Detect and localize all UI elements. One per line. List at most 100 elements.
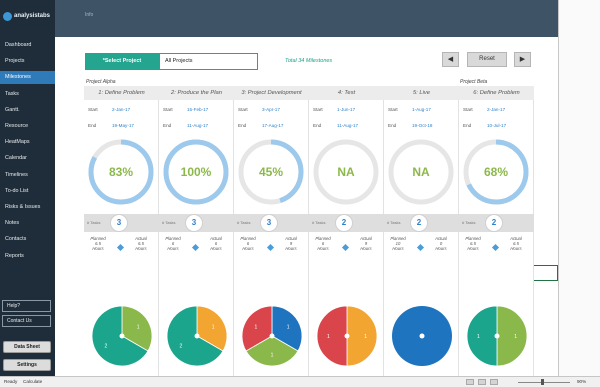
pie-slice-label: 1 [364, 334, 367, 340]
end-date: 11-Aug-17 [337, 123, 359, 128]
pie-center-dot [419, 333, 425, 339]
start-label: Start [163, 107, 173, 112]
pie-slice-label: 2 [105, 343, 108, 349]
pie-slice [466, 305, 498, 367]
milestone-title: 6: Define Problem [459, 86, 534, 100]
milestone-title: 3: Project Development [234, 86, 309, 100]
sidebar-item-gantt[interactable]: Gantt. [0, 104, 55, 117]
tasks-band: # Tasks 2 [384, 214, 459, 232]
tasks-label: # Tasks [237, 220, 251, 225]
start-date: 2-Jan-17 [487, 107, 506, 112]
actual-hours-unit: Hours [285, 246, 297, 251]
actual-hours-unit: Hours [435, 246, 447, 251]
sidebar-item-tasks[interactable]: Tasks [0, 88, 55, 101]
end-label: End [238, 123, 247, 128]
tasks-label: # Tasks [462, 220, 476, 225]
end-label: End [463, 123, 472, 128]
logo: analysistabs [3, 9, 55, 23]
start-label: Start [238, 107, 248, 112]
app-window: analysistabs Dashboard Projects Milestones… [0, 0, 600, 387]
sidebar-item-risks-issues[interactable]: Risks & Issues [0, 201, 55, 214]
contact-us-button[interactable]: Contact Us [2, 315, 51, 327]
task-status-pie: 1 1 1 [241, 305, 303, 367]
tasks-band: # Tasks 3 [234, 214, 309, 232]
sidebar-item-projects[interactable]: Projects [0, 55, 55, 68]
milestone-column: 2: Produce the Plan Start 15-Feb-17 End 11-A… [159, 86, 234, 376]
start-date-row: Start 15-Feb-17 [163, 107, 208, 112]
progress-percent: NA [337, 165, 355, 179]
sidebar-item-reports[interactable]: Reports [0, 250, 55, 263]
end-label: End [388, 123, 397, 128]
status-bar: Ready Calculate 90% [0, 376, 600, 387]
start-date: 3-Apr-17 [262, 107, 280, 112]
page-break-view-icon[interactable] [490, 379, 498, 385]
planned-hours-unit: Hours [467, 246, 479, 251]
milestone-title: 4: Test [309, 86, 384, 100]
pie-center-dot [494, 333, 500, 339]
planned-hours: Planned 10 Hours [387, 236, 409, 251]
sidebar-item-calendar[interactable]: Calendar [0, 152, 55, 165]
task-status-pie: 11 [466, 305, 528, 367]
end-date-row: End 11-Aug-17 [313, 123, 358, 128]
header-info-link[interactable]: Info [85, 12, 93, 18]
previous-button[interactable]: ◀ [442, 52, 459, 67]
pie-slice-label: 1 [271, 353, 274, 359]
start-date-row: Start 2-Jan-17 [88, 107, 130, 112]
selected-cell[interactable] [533, 265, 558, 281]
zoom-slider-thumb[interactable] [541, 379, 544, 385]
planned-hours: Planned 6 Hours [312, 236, 334, 251]
task-status-pie: 12 [166, 305, 228, 367]
sidebar-item-heatmaps[interactable]: HeatMaps [0, 136, 55, 149]
page-layout-view-icon[interactable] [478, 379, 486, 385]
diamond-icon [416, 243, 425, 252]
milestone-column: 5: Live Start 1-Aug-17 End 19-Oct-18 NA # Task… [384, 86, 459, 376]
help-button[interactable]: Help? [2, 300, 51, 312]
start-date-row: Start 3-Apr-17 [238, 107, 280, 112]
sidebar-item-to-do-list[interactable]: To-do List [0, 185, 55, 198]
data-sheet-button[interactable]: Data Sheet [3, 341, 51, 353]
reset-button[interactable]: Reset [467, 52, 507, 67]
sidebar-item-contacts[interactable]: Contacts [0, 233, 55, 246]
sidebar: analysistabs Dashboard Projects Milestones… [0, 0, 55, 376]
tasks-band: # Tasks 2 [459, 214, 534, 232]
milestone-title: 2: Produce the Plan [159, 86, 234, 100]
planned-hours-unit: Hours [392, 246, 404, 251]
select-project-button[interactable]: *Select Project [85, 53, 159, 70]
actual-hours-unit: Hours [510, 246, 522, 251]
settings-button[interactable]: Settings [3, 359, 51, 371]
tasks-band: # Tasks 3 [159, 214, 234, 232]
tasks-label: # Tasks [387, 220, 401, 225]
tasks-count: 2 [410, 214, 428, 232]
sidebar-item-dashboard[interactable]: Dashboard [0, 39, 55, 52]
sidebar-item-notes[interactable]: Notes [0, 217, 55, 230]
actual-hours: Actual 6 Hours [205, 236, 227, 251]
pie-slice-label: 1 [137, 325, 140, 331]
task-status-pie: 1 [392, 306, 452, 366]
end-date: 19-May-17 [112, 123, 134, 128]
planned-hours: Planned 6.5 Hours [462, 236, 484, 251]
next-button[interactable]: ▶ [514, 52, 531, 67]
sidebar-item-timelines[interactable]: Timelines [0, 169, 55, 182]
end-date: 17-Aug-17 [262, 123, 284, 128]
tasks-count: 3 [110, 214, 128, 232]
start-date-row: Start 1-Aug-17 [388, 107, 431, 112]
normal-view-icon[interactable] [466, 379, 474, 385]
end-label: End [88, 123, 97, 128]
actual-hours: Actual 6.5 Hours [505, 236, 527, 251]
planned-hours-unit: Hours [242, 246, 254, 251]
planned-hours-unit: Hours [317, 246, 329, 251]
sidebar-item-milestones[interactable]: Milestones [0, 71, 55, 85]
total-milestones-label: Total 34 Milestones [285, 58, 333, 64]
milestone-column: 3: Project Development Start 3-Apr-17 End 17… [234, 86, 309, 376]
zoom-level[interactable]: 90% [577, 379, 586, 384]
pie-slice-label: 1 [255, 325, 258, 331]
actual-hours: Actual 9 Hours [280, 236, 302, 251]
status-calculate[interactable]: Calculate [23, 379, 42, 384]
project-dropdown[interactable]: All Projects [159, 53, 258, 70]
pie-slice-label: 2 [180, 343, 183, 349]
zoom-slider[interactable] [518, 382, 570, 383]
task-status-pie: 11 [316, 305, 378, 367]
planned-hours: Planned 6 Hours [237, 236, 259, 251]
sidebar-item-resource[interactable]: Resource [0, 120, 55, 133]
milestone-column: 4: Test Start 1-Jun-17 End 11-Aug-17 NA # Task… [309, 86, 384, 376]
